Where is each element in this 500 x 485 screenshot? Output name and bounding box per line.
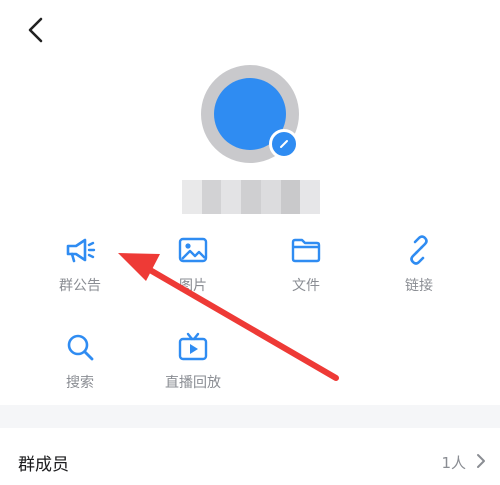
back-button[interactable] bbox=[18, 12, 54, 48]
chevron-right-icon bbox=[477, 454, 485, 468]
image-icon bbox=[176, 233, 210, 267]
members-count: 1人 bbox=[441, 454, 466, 472]
folder-icon bbox=[289, 233, 323, 267]
link-icon bbox=[402, 233, 436, 267]
group-name-redacted bbox=[182, 180, 321, 214]
chevron-left-icon bbox=[28, 17, 43, 43]
action-search[interactable]: 搜索 bbox=[35, 330, 125, 400]
action-announcement[interactable]: 群公告 bbox=[35, 233, 125, 303]
action-label: 直播回放 bbox=[165, 375, 221, 391]
members-label: 群成员 bbox=[18, 455, 69, 475]
action-files[interactable]: 文件 bbox=[261, 233, 351, 303]
action-label: 图片 bbox=[179, 278, 207, 294]
action-images[interactable]: 图片 bbox=[148, 233, 238, 303]
group-info-screen: 群公告 图片 文件 链接 搜索 直播回放 群成员 1人 bbox=[0, 0, 500, 485]
edit-avatar-button[interactable] bbox=[269, 129, 299, 159]
megaphone-icon bbox=[63, 233, 97, 267]
group-header-section: 群公告 图片 文件 链接 搜索 直播回放 bbox=[0, 0, 500, 405]
action-label: 群公告 bbox=[59, 278, 101, 294]
action-links[interactable]: 链接 bbox=[374, 233, 464, 303]
action-label: 文件 bbox=[292, 278, 320, 294]
group-members-row[interactable]: 群成员 1人 bbox=[0, 428, 500, 485]
group-avatar[interactable] bbox=[201, 65, 299, 163]
action-live-replay[interactable]: 直播回放 bbox=[148, 330, 238, 400]
search-icon bbox=[63, 330, 97, 364]
tv-icon bbox=[176, 330, 210, 364]
pencil-icon bbox=[280, 140, 288, 148]
action-label: 链接 bbox=[405, 278, 433, 294]
action-label: 搜索 bbox=[66, 375, 94, 391]
